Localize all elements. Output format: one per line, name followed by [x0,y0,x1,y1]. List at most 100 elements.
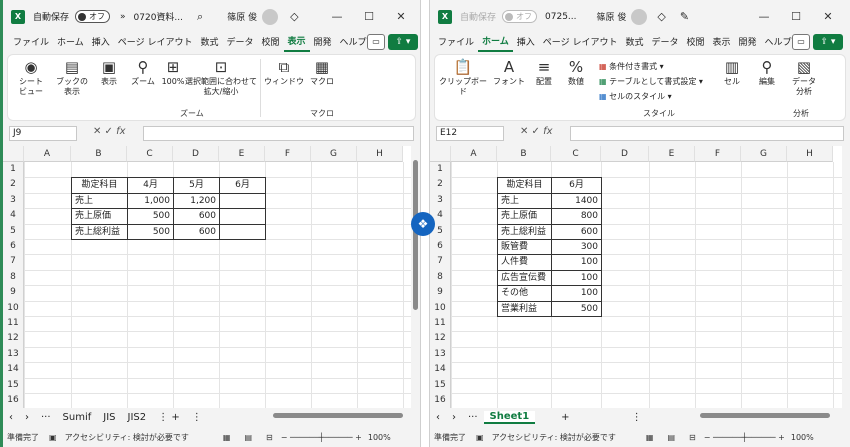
number-button[interactable]: % 数値 [563,57,589,87]
table-cell[interactable]: 1,200 [173,192,220,210]
column-header[interactable]: H [787,146,833,162]
page-break-icon[interactable]: ⊟ [266,433,273,442]
macro-record-icon[interactable]: ▣ [476,433,484,442]
page-layout-icon[interactable]: ▤ [244,433,252,442]
autosave-toggle[interactable]: オフ [502,10,538,23]
row-header[interactable]: 5 [3,223,24,239]
table-cell[interactable]: 500 [127,208,174,225]
column-header[interactable]: D [173,146,219,162]
table-cell[interactable]: 500 [551,300,602,317]
table-header-cell[interactable]: 6月 [551,177,602,194]
column-header[interactable]: F [265,146,311,162]
row-header[interactable]: 8 [3,269,24,286]
table-cell[interactable]: 売上 [497,192,552,210]
spreadsheet-grid[interactable]: A B C D E F G H 1 2 3 4 5 6 7 8 9 10 11 12 13 14 15 16 勘定科目 4月 5月 6… [3,146,411,410]
row-header[interactable]: 9 [430,285,451,301]
next-sheet-icon[interactable]: › [19,412,35,423]
accessibility-status[interactable]: アクセシビリティ: 検討が必要です [65,432,189,443]
row-header[interactable]: 15 [430,377,451,393]
table-cell[interactable]: その他 [497,285,552,302]
row-header[interactable]: 1 [430,162,451,178]
next-sheet-icon[interactable]: › [446,412,462,423]
autosave-toggle[interactable]: オフ [75,10,111,23]
column-header[interactable]: H [357,146,403,162]
page-break-icon[interactable]: ⊟ [689,433,696,442]
row-header[interactable]: 14 [3,362,24,378]
zoom-slider[interactable]: − ──────┼────── + [281,433,362,442]
cells-button[interactable]: ▥ セル [719,57,745,87]
table-cell[interactable]: 100 [551,285,602,302]
table-cell[interactable]: 600 [173,208,220,225]
clipboard-button[interactable]: 📋 クリップボード [439,57,487,97]
formula-input[interactable] [570,126,844,141]
prev-sheet-icon[interactable]: ‹ [3,412,19,423]
font-button[interactable]: A フォント [493,57,525,87]
zoom-level[interactable]: 100% [368,433,391,442]
table-header-cell[interactable]: 5月 [173,177,220,194]
table-cell[interactable]: 売上原価 [71,208,128,225]
horizontal-scrollbar[interactable] [700,413,830,418]
table-cell[interactable]: 300 [551,239,602,256]
avatar[interactable] [631,8,648,25]
menu-view[interactable]: 表示 [709,35,735,51]
table-header-cell[interactable]: 6月 [219,177,266,194]
table-cell[interactable]: 100 [551,254,602,271]
formula-controls-icon[interactable]: ✕ ✓ fx [93,126,126,137]
menu-review[interactable]: 校閲 [682,35,708,51]
search-icon[interactable]: ⌕ [197,10,203,24]
table-cell[interactable] [219,208,266,225]
column-header[interactable]: B [71,146,127,162]
menu-page-layout[interactable]: ページ レイアウト [114,35,197,51]
row-header[interactable]: 1 [3,162,24,178]
data-analysis-button[interactable]: ▧ データ 分析 [789,57,819,97]
table-header-cell[interactable]: 勘定科目 [71,177,128,194]
cell-style-button[interactable]: ▦ セルのスタイル ▾ [599,89,703,104]
zoom-level[interactable]: 100% [791,433,814,442]
cond-format-button[interactable]: ▦ 条件付き書式 ▾ [599,59,703,74]
column-header[interactable]: E [649,146,695,162]
row-header[interactable]: 4 [3,208,24,224]
table-cell[interactable] [219,223,266,240]
horizontal-scrollbar[interactable] [273,413,403,418]
tab-menu-icon[interactable]: ⋮ [626,412,648,423]
add-sheet-icon[interactable]: ⋮ + [152,412,186,423]
table-header-cell[interactable]: 4月 [127,177,174,194]
sheet-tab[interactable]: JIS2 [122,412,153,423]
row-header[interactable]: 6 [3,239,24,255]
sheet-tab[interactable]: Sheet1 [483,410,536,424]
menu-file[interactable]: ファイル [9,35,53,51]
menu-view[interactable]: 表示 [283,34,310,52]
name-box[interactable]: E12 [436,126,504,141]
menu-insert[interactable]: 挿入 [513,35,539,51]
row-header[interactable]: 13 [3,346,24,363]
column-header[interactable]: G [311,146,357,162]
table-cell[interactable]: 1,000 [127,192,174,210]
minimize-icon[interactable]: — [748,10,780,23]
diamond-icon[interactable]: ◇ [290,10,298,23]
spreadsheet-grid[interactable]: A B C D E F G H 1 2 3 4 5 6 7 8 9 10 11 12 13 14 15 16 勘定科目 6月 売上 1… [430,146,842,410]
comment-icon[interactable]: ▭ [792,34,810,50]
macro-record-icon[interactable]: ▣ [49,433,57,442]
close-icon[interactable]: ✕ [385,10,417,23]
table-cell[interactable]: 売上原価 [497,208,552,225]
row-header[interactable]: 15 [3,377,24,393]
row-header[interactable]: 2 [430,177,451,193]
menu-insert[interactable]: 挿入 [88,35,114,51]
column-header[interactable]: F [695,146,741,162]
column-header[interactable]: C [551,146,601,162]
accessibility-status[interactable]: アクセシビリティ: 検討が必要です [492,432,616,443]
page-layout-icon[interactable]: ▤ [667,433,675,442]
table-cell[interactable]: 売上総利益 [71,223,128,240]
row-header[interactable]: 9 [3,285,24,301]
select-all-corner[interactable] [430,146,451,162]
menu-help[interactable]: ヘルプ [761,35,796,51]
column-header[interactable]: A [24,146,71,162]
column-header[interactable]: A [451,146,497,162]
normal-view-icon[interactable]: ▦ [646,433,654,442]
normal-view-icon[interactable]: ▦ [223,433,231,442]
row-header[interactable]: 10 [430,300,451,316]
window-button[interactable]: ⧉ ウィンドウ [264,57,304,87]
row-header[interactable]: 7 [3,254,24,270]
menu-review[interactable]: 校閲 [257,35,283,51]
row-header[interactable]: 16 [430,393,451,409]
